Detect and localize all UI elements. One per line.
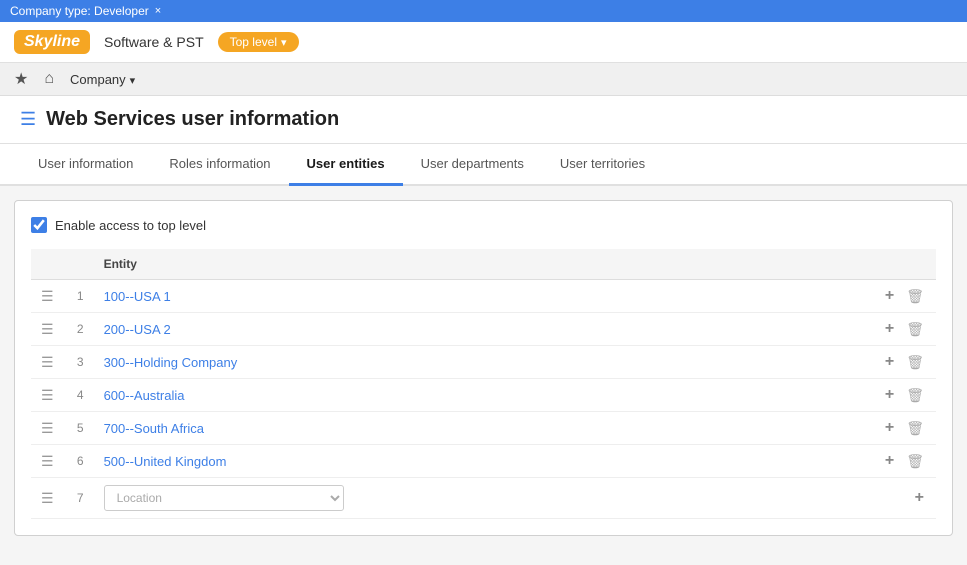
- drag-handle-cell: ☰: [31, 280, 64, 313]
- entity-link[interactable]: 300--Holding Company: [104, 355, 238, 370]
- star-icon[interactable]: ★: [14, 69, 28, 89]
- delete-row-button[interactable]: 🗑: [904, 321, 926, 338]
- actions-cell: + 🗑: [873, 379, 936, 412]
- enable-access-row: Enable access to top level: [31, 217, 936, 233]
- delete-row-button[interactable]: 🗑: [904, 420, 926, 437]
- drag-handle-icon[interactable]: ☰: [41, 387, 54, 403]
- row-number: 2: [64, 313, 94, 346]
- actions-cell: + 🗑: [873, 346, 936, 379]
- actions-cell: +: [873, 478, 936, 519]
- table-row: ☰ 2 200--USA 2 + 🗑: [31, 313, 936, 346]
- row-number: 1: [64, 280, 94, 313]
- col-entity-header: Entity: [94, 249, 873, 280]
- entity-cell: 200--USA 2: [94, 313, 873, 346]
- entity-link[interactable]: 700--South Africa: [104, 421, 204, 436]
- row-number: 5: [64, 412, 94, 445]
- entity-link[interactable]: 100--USA 1: [104, 289, 171, 304]
- table-row: ☰ 6 500--United Kingdom + 🗑: [31, 445, 936, 478]
- enable-access-checkbox[interactable]: [31, 217, 47, 233]
- top-bar-label: Company type: Developer: [10, 4, 149, 18]
- page-title: Web Services user information: [46, 108, 339, 131]
- add-row-button[interactable]: +: [883, 320, 896, 338]
- row-number: 6: [64, 445, 94, 478]
- entities-table: Entity ☰ 1 100--USA 1 + 🗑: [31, 249, 936, 519]
- enable-access-label: Enable access to top level: [55, 218, 206, 233]
- col-drag-header: [31, 249, 64, 280]
- add-row-button[interactable]: +: [913, 489, 926, 507]
- add-row-button[interactable]: +: [883, 353, 896, 371]
- drag-handle-cell: ☰: [31, 379, 64, 412]
- row-number: 7: [64, 478, 94, 519]
- chevron-down-icon: [281, 35, 287, 49]
- top-level-label: Top level: [230, 35, 277, 49]
- drag-handle-cell: ☰: [31, 346, 64, 379]
- add-row-button[interactable]: +: [883, 386, 896, 404]
- table-row: ☰ 7 Location +: [31, 478, 936, 519]
- actions-cell: + 🗑: [873, 280, 936, 313]
- tab-user-departments[interactable]: User departments: [403, 144, 542, 186]
- tab-roles-information[interactable]: Roles information: [151, 144, 288, 186]
- drag-handle-cell: ☰: [31, 445, 64, 478]
- drag-handle-icon[interactable]: ☰: [41, 288, 54, 304]
- col-num-header: [64, 249, 94, 280]
- table-row: ☰ 5 700--South Africa + 🗑: [31, 412, 936, 445]
- home-icon[interactable]: ⌂: [44, 70, 54, 88]
- table-body: ☰ 1 100--USA 1 + 🗑 ☰ 2 200--: [31, 280, 936, 519]
- add-row-button[interactable]: +: [883, 287, 896, 305]
- entity-cell: 700--South Africa: [94, 412, 873, 445]
- delete-row-button[interactable]: 🗑: [904, 387, 926, 404]
- entity-cell: 600--Australia: [94, 379, 873, 412]
- drag-handle-cell: ☰: [31, 313, 64, 346]
- drag-handle-icon[interactable]: ☰: [41, 490, 54, 506]
- top-bar-close[interactable]: ×: [155, 5, 161, 17]
- main-content: Enable access to top level Entity ☰ 1 1: [14, 200, 953, 536]
- header: Skyline Software & PST Top level: [0, 22, 967, 63]
- top-bar: Company type: Developer ×: [0, 0, 967, 22]
- row-number: 4: [64, 379, 94, 412]
- drag-handle-icon[interactable]: ☰: [41, 420, 54, 436]
- entity-link[interactable]: 200--USA 2: [104, 322, 171, 337]
- drag-handle-icon[interactable]: ☰: [41, 354, 54, 370]
- location-input-cell: Location: [94, 478, 873, 519]
- top-level-badge[interactable]: Top level: [218, 32, 299, 52]
- entity-link[interactable]: 600--Australia: [104, 388, 185, 403]
- list-icon: ☰: [20, 109, 36, 130]
- drag-handle-cell: ☰: [31, 412, 64, 445]
- add-row-button[interactable]: +: [883, 419, 896, 437]
- entity-cell: 300--Holding Company: [94, 346, 873, 379]
- table-header-row: Entity: [31, 249, 936, 280]
- tab-user-entities[interactable]: User entities: [289, 144, 403, 186]
- delete-row-button[interactable]: 🗑: [904, 288, 926, 305]
- nav-bar: ★ ⌂ Company: [0, 63, 967, 96]
- actions-cell: + 🗑: [873, 313, 936, 346]
- actions-cell: + 🗑: [873, 445, 936, 478]
- page-title-bar: ☰ Web Services user information: [0, 96, 967, 144]
- company-name: Software & PST: [104, 34, 204, 50]
- tab-user-information[interactable]: User information: [20, 144, 151, 186]
- delete-row-button[interactable]: 🗑: [904, 453, 926, 470]
- drag-handle-icon[interactable]: ☰: [41, 453, 54, 469]
- tab-user-territories[interactable]: User territories: [542, 144, 663, 186]
- drag-handle-icon[interactable]: ☰: [41, 321, 54, 337]
- table-row: ☰ 3 300--Holding Company + 🗑: [31, 346, 936, 379]
- location-select[interactable]: Location: [104, 485, 344, 511]
- entity-cell: 100--USA 1: [94, 280, 873, 313]
- drag-handle-cell: ☰: [31, 478, 64, 519]
- entity-link[interactable]: 500--United Kingdom: [104, 454, 227, 469]
- logo: Skyline: [14, 30, 90, 54]
- row-number: 3: [64, 346, 94, 379]
- nav-dropdown[interactable]: Company: [70, 72, 135, 87]
- table-row: ☰ 1 100--USA 1 + 🗑: [31, 280, 936, 313]
- table-row: ☰ 4 600--Australia + 🗑: [31, 379, 936, 412]
- actions-cell: + 🗑: [873, 412, 936, 445]
- nav-chevron-icon: [130, 72, 136, 87]
- col-actions-header: [873, 249, 936, 280]
- delete-row-button[interactable]: 🗑: [904, 354, 926, 371]
- entity-cell: 500--United Kingdom: [94, 445, 873, 478]
- add-row-button[interactable]: +: [883, 452, 896, 470]
- nav-dropdown-label: Company: [70, 72, 126, 87]
- tabs-bar: User information Roles information User …: [0, 144, 967, 186]
